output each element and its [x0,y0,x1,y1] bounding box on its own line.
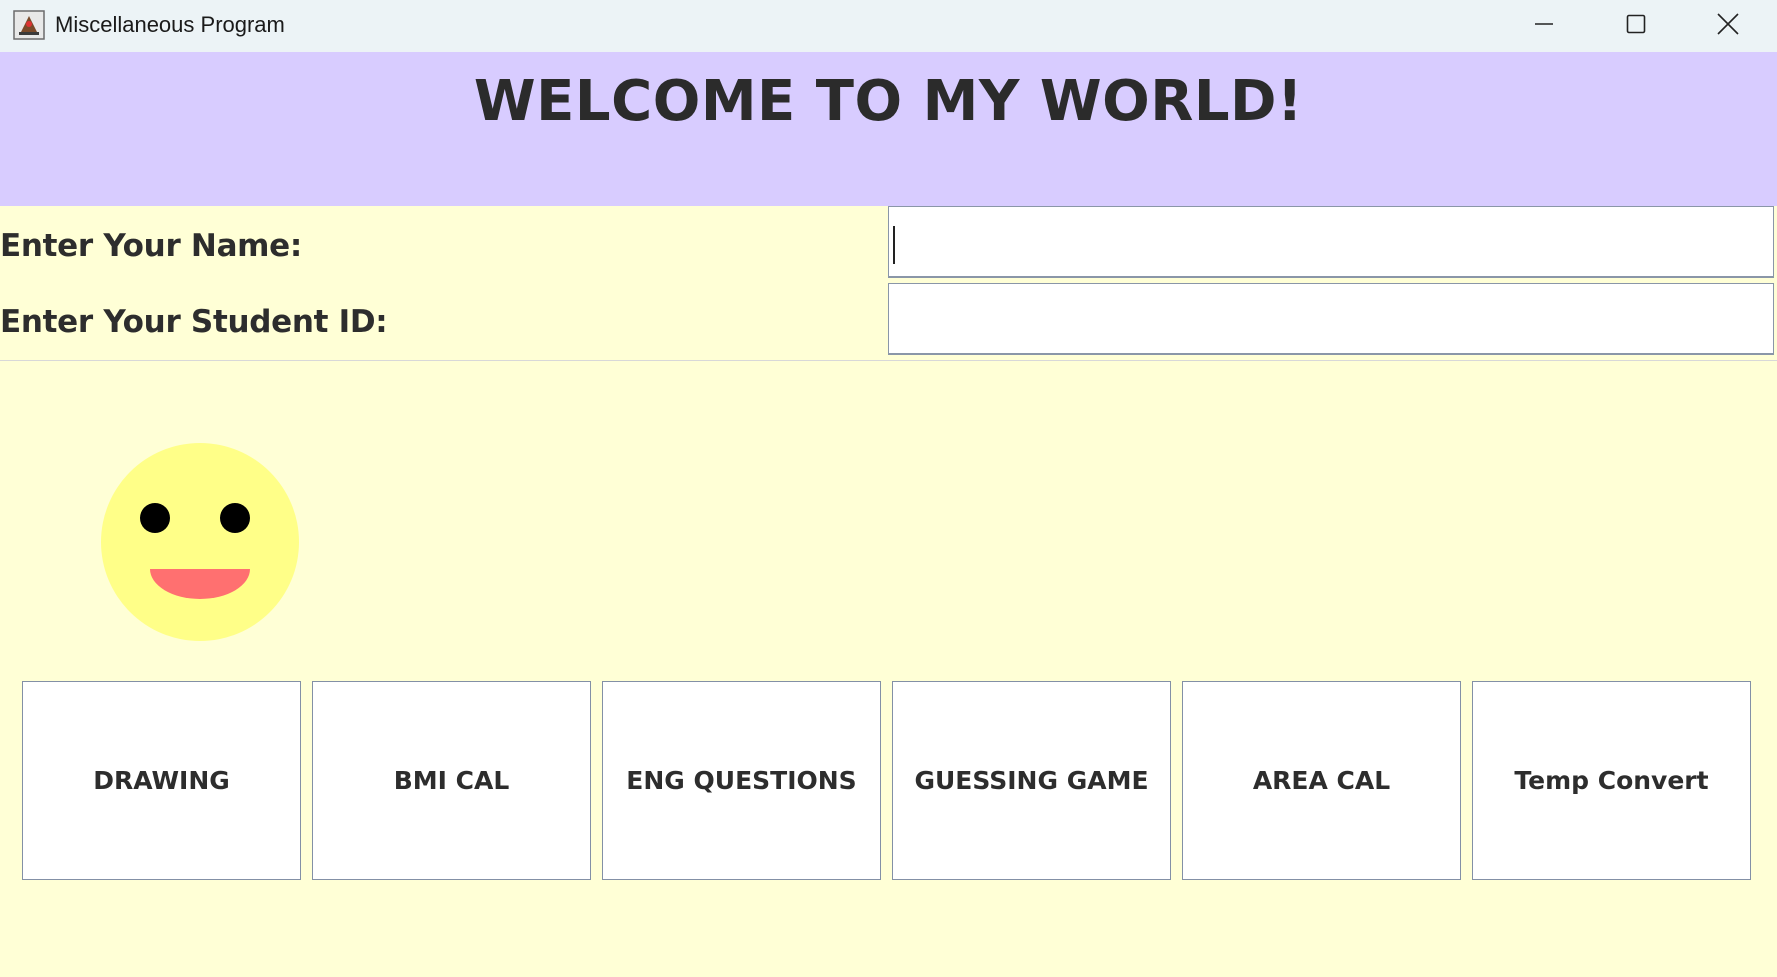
window-title: Miscellaneous Program [55,12,285,37]
area-cal-button[interactable]: AREA CAL [1182,681,1461,880]
header-banner: WELCOME TO MY WORLD! [0,52,1777,206]
smiley-face [101,443,299,641]
maximize-icon [1626,14,1646,34]
guessing-game-button[interactable]: GUESSING GAME [892,681,1171,880]
java-app-icon [13,10,45,40]
main-content: DRAWING BMI CAL ENG QUESTIONS GUESSING G… [0,362,1777,977]
drawing-button[interactable]: DRAWING [22,681,301,880]
smiley-face-drawing [101,443,299,641]
title-bar[interactable]: Miscellaneous Program [0,0,1777,52]
app-window: Miscellaneous Program WELCOME TO MY WORL… [0,0,1777,977]
smiley-left-eye [140,503,170,533]
minimize-icon [1535,23,1553,25]
temp-convert-button[interactable]: Temp Convert [1472,681,1751,880]
page-title: WELCOME TO MY WORLD! [473,69,1304,134]
name-input[interactable] [888,206,1774,278]
name-label: Enter Your Name: [0,228,303,264]
student-id-input[interactable] [888,283,1774,355]
eng-questions-button[interactable]: ENG QUESTIONS [602,681,881,880]
student-form: Enter Your Name: Enter Your Student ID: [0,206,1777,361]
minimize-button[interactable] [1498,0,1590,48]
text-caret [893,226,895,264]
maximize-button[interactable] [1590,0,1682,48]
close-button[interactable] [1682,0,1774,48]
bmi-cal-button[interactable]: BMI CAL [312,681,591,880]
close-icon [1717,13,1739,35]
smiley-right-eye [220,503,250,533]
student-id-label: Enter Your Student ID: [0,304,388,340]
